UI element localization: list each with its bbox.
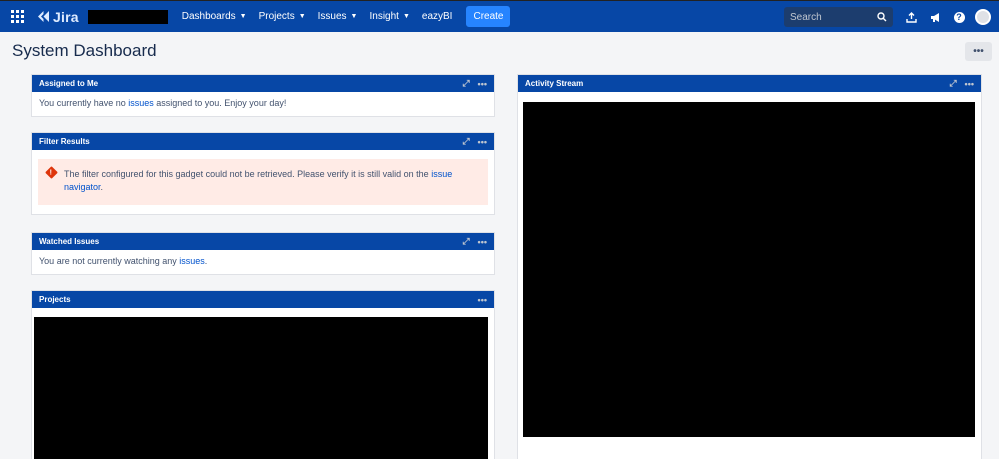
main-menu: Dashboards ▼ Projects ▼ Issues ▼ Insight…	[176, 1, 511, 33]
nav-right: ?	[784, 1, 999, 33]
error-icon	[45, 166, 58, 179]
more-icon[interactable]: •••	[478, 137, 487, 147]
assigned-text-before: You currently have no	[39, 98, 129, 108]
jira-logo[interactable]: Jira	[37, 9, 79, 25]
chevron-down-icon: ▼	[402, 13, 410, 20]
error-message: The filter configured for this gadget co…	[38, 159, 488, 205]
watched-text-after: .	[204, 256, 208, 266]
error-text: The filter configured for this gadget co…	[64, 169, 432, 179]
issues-link[interactable]: issues	[179, 256, 205, 266]
logo-text: Jira	[53, 8, 79, 25]
assigned-text-after: assigned to you. Enjoy your day!	[153, 98, 287, 108]
page-title: System Dashboard	[12, 41, 157, 60]
avatar[interactable]	[975, 9, 991, 25]
issues-link[interactable]: issues	[128, 98, 154, 108]
nav-eazybi-label: eazyBI	[421, 11, 453, 22]
search-icon	[877, 12, 887, 22]
more-icon[interactable]: •••	[478, 237, 487, 247]
search-box[interactable]	[784, 7, 893, 27]
gadget-title: Assigned to Me	[39, 79, 99, 88]
redacted-content	[34, 317, 488, 459]
gadget-header: Assigned to Me ⤢ •••	[32, 75, 494, 92]
nav-issues-label: Issues	[317, 11, 347, 22]
gadget-body: You are not currently watching any issue…	[32, 250, 494, 272]
app-switcher-icon[interactable]	[5, 5, 29, 29]
chevron-down-icon: ▼	[239, 13, 247, 20]
megaphone-icon[interactable]	[923, 12, 947, 23]
gadget-header: Watched Issues ⤢ •••	[32, 233, 494, 250]
nav-dashboards[interactable]: Dashboards ▼	[176, 1, 253, 33]
nav-dashboards-label: Dashboards	[181, 11, 236, 22]
more-icon[interactable]: •••	[478, 79, 487, 89]
nav-eazybi[interactable]: eazyBI	[416, 1, 459, 33]
gadget-title: Activity Stream	[525, 79, 584, 88]
top-navigation: Jira Dashboards ▼ Projects ▼ Issues ▼ In…	[0, 0, 999, 32]
nav-projects[interactable]: Projects ▼	[253, 1, 312, 33]
expand-icon[interactable]: ⤢	[949, 78, 956, 89]
gadget-filter-results: Filter Results ⤢ ••• The filter configur…	[31, 132, 495, 215]
dashboard-tools-button[interactable]: •••	[965, 42, 992, 61]
gadget-watched-issues: Watched Issues ⤢ ••• You are not current…	[31, 232, 495, 275]
expand-icon[interactable]: ⤢	[462, 236, 469, 247]
gadget-activity-stream: Activity Stream ⤢ •••	[517, 74, 982, 459]
watched-text-before: You are not currently watching any	[39, 256, 180, 266]
gadget-title: Filter Results	[39, 137, 90, 146]
gadget-title: Watched Issues	[39, 237, 100, 246]
error-text-after: .	[100, 182, 104, 192]
help-icon: ?	[953, 11, 965, 23]
chevron-down-icon: ▼	[298, 13, 306, 20]
expand-icon[interactable]: ⤢	[462, 136, 469, 147]
redacted-content	[523, 102, 975, 437]
nav-insight-label: Insight	[369, 11, 399, 22]
upload-icon[interactable]	[899, 11, 923, 23]
help-button[interactable]: ?	[947, 11, 971, 23]
nav-issues[interactable]: Issues ▼	[312, 1, 364, 33]
redacted-area	[87, 9, 168, 24]
gadget-body: You currently have no issues assigned to…	[32, 92, 494, 114]
expand-icon[interactable]: ⤢	[462, 78, 469, 89]
chevron-down-icon: ▼	[350, 13, 358, 20]
create-button[interactable]: Create	[466, 6, 511, 27]
nav-insight[interactable]: Insight ▼	[363, 1, 415, 33]
nav-projects-label: Projects	[258, 11, 295, 22]
gadget-projects: Projects •••	[31, 290, 495, 459]
more-icon[interactable]: •••	[478, 295, 487, 305]
jira-logo-icon	[38, 11, 49, 22]
gadget-header: Filter Results ⤢ •••	[32, 133, 494, 150]
more-icon[interactable]: •••	[965, 79, 974, 89]
search-input[interactable]	[790, 11, 870, 23]
gadget-title: Projects	[39, 295, 71, 304]
gadget-assigned-to-me: Assigned to Me ⤢ ••• You currently have …	[31, 74, 495, 117]
gadget-header: Projects •••	[32, 291, 494, 308]
gadget-header: Activity Stream ⤢ •••	[518, 75, 981, 92]
